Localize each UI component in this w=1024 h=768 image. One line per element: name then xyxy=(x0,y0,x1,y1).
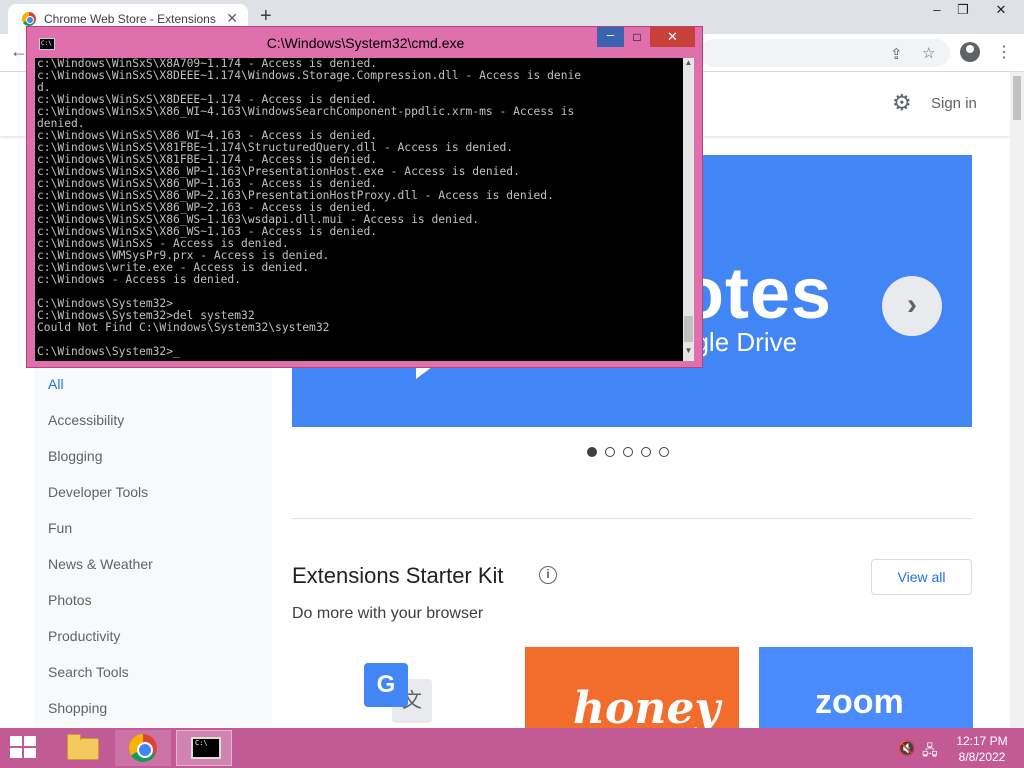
section-subtitle: Do more with your browser xyxy=(292,605,484,622)
cmd-minimize-button[interactable]: – xyxy=(597,27,624,47)
tab-close-icon[interactable]: ✕ xyxy=(226,10,238,27)
category-search-tools[interactable]: Search Tools xyxy=(48,664,129,680)
console-scrollbar-thumb[interactable] xyxy=(684,316,693,342)
chrome-menu-icon[interactable]: ⋮ xyxy=(996,42,1012,62)
console-line: Could Not Find C:\Windows\System32\syste… xyxy=(37,321,330,334)
share-icon[interactable]: ⇪ xyxy=(890,45,903,63)
profile-avatar-icon[interactable] xyxy=(960,42,980,62)
bookmark-star-icon[interactable]: ☆ xyxy=(922,44,935,62)
category-photos[interactable]: Photos xyxy=(48,592,92,608)
zoom-logo: zoom xyxy=(815,683,904,721)
taskbar-file-explorer[interactable] xyxy=(54,730,110,766)
scroll-down-arrow-icon[interactable]: ▼ xyxy=(683,346,694,358)
cmd-maximize-button[interactable]: □ xyxy=(624,27,650,47)
console-line: c:\Windows\WinSxS\X86_WI~4.163\WindowsSe… xyxy=(37,105,575,118)
cmd-icon: C:\ xyxy=(191,737,221,759)
console-scrollbar[interactable]: ▲ ▼ xyxy=(683,58,694,361)
console-output[interactable]: c:\Windows\WinSxS\X8A709~1.174 - Access … xyxy=(35,58,694,361)
browser-close-button[interactable]: ✕ xyxy=(978,0,1024,22)
start-button[interactable] xyxy=(10,736,38,760)
view-all-button[interactable]: View all xyxy=(871,559,972,595)
clock-date[interactable]: 8/8/2022 xyxy=(950,750,1014,764)
windows-logo-icon xyxy=(10,748,22,758)
folder-icon xyxy=(67,734,99,760)
settings-gear-icon[interactable]: ⚙ xyxy=(892,90,912,116)
page-scrollbar-thumb[interactable] xyxy=(1013,76,1021,120)
cmd-close-button[interactable]: ✕ xyxy=(650,27,695,47)
taskbar-cmd[interactable]: C:\ xyxy=(176,730,232,766)
console-text: c:\Windows\WinSxS\X8A709~1.174 - Access … xyxy=(37,58,677,358)
extension-tile-zoom[interactable]: zoom xyxy=(759,647,973,728)
info-icon[interactable]: i xyxy=(539,566,557,584)
category-accessibility[interactable]: Accessibility xyxy=(48,412,124,428)
category-developer-tools[interactable]: Developer Tools xyxy=(48,484,148,500)
clock-time[interactable]: 12:17 PM xyxy=(950,734,1014,748)
carousel-dot[interactable] xyxy=(605,447,615,457)
carousel-next-button[interactable]: › xyxy=(882,276,942,336)
carousel-dot[interactable] xyxy=(623,447,633,457)
sign-in-link[interactable]: Sign in xyxy=(931,95,977,112)
category-blogging[interactable]: Blogging xyxy=(48,448,103,464)
category-productivity[interactable]: Productivity xyxy=(48,628,120,644)
windows-logo-icon xyxy=(24,736,36,746)
carousel-dot[interactable] xyxy=(641,447,651,457)
console-line: C:\Windows\System32>_ xyxy=(37,345,180,358)
section-title: Extensions Starter Kit xyxy=(292,563,504,588)
new-tab-button[interactable]: + xyxy=(260,5,272,28)
taskbar-chrome[interactable] xyxy=(115,730,171,766)
category-shopping[interactable]: Shopping xyxy=(48,700,107,716)
category-fun[interactable]: Fun xyxy=(48,520,72,536)
extension-tile-google-translate[interactable]: 文 G xyxy=(292,647,506,728)
chrome-web-store-favicon-icon xyxy=(22,12,36,26)
category-news-weather[interactable]: News & Weather xyxy=(48,556,153,572)
volume-muted-icon[interactable]: 🔇 xyxy=(898,740,915,757)
console-line: c:\Windows - Access is denied. xyxy=(37,273,242,286)
tab-title: Chrome Web Store - Extensions xyxy=(44,12,216,26)
chrome-logo-icon xyxy=(129,734,157,762)
page-scrollbar[interactable] xyxy=(1010,72,1024,728)
extension-tile-honey[interactable]: honey xyxy=(525,647,739,728)
section-divider xyxy=(292,518,972,519)
taskbar: C:\ 🔇 🖧 12:17 PM 8/8/2022 xyxy=(0,728,1024,768)
scroll-up-arrow-icon[interactable]: ▲ xyxy=(683,58,694,70)
cmd-window[interactable]: C:\ C:\Windows\System32\cmd.exe – □ ✕ c:… xyxy=(26,26,703,368)
google-translate-logo-icon: G xyxy=(364,663,408,707)
console-line: c:\Windows\WinSxS\X8DEEE~1.174\Windows.S… xyxy=(37,69,582,82)
network-icon[interactable]: 🖧 xyxy=(922,740,938,764)
windows-logo-icon xyxy=(24,748,36,758)
carousel-dot[interactable] xyxy=(659,447,669,457)
address-bar[interactable]: ⇪ ☆ xyxy=(700,39,950,67)
honey-logo: honey xyxy=(573,683,720,728)
carousel-dot[interactable] xyxy=(587,447,597,457)
category-all[interactable]: All xyxy=(48,376,64,392)
windows-logo-icon xyxy=(10,736,22,746)
